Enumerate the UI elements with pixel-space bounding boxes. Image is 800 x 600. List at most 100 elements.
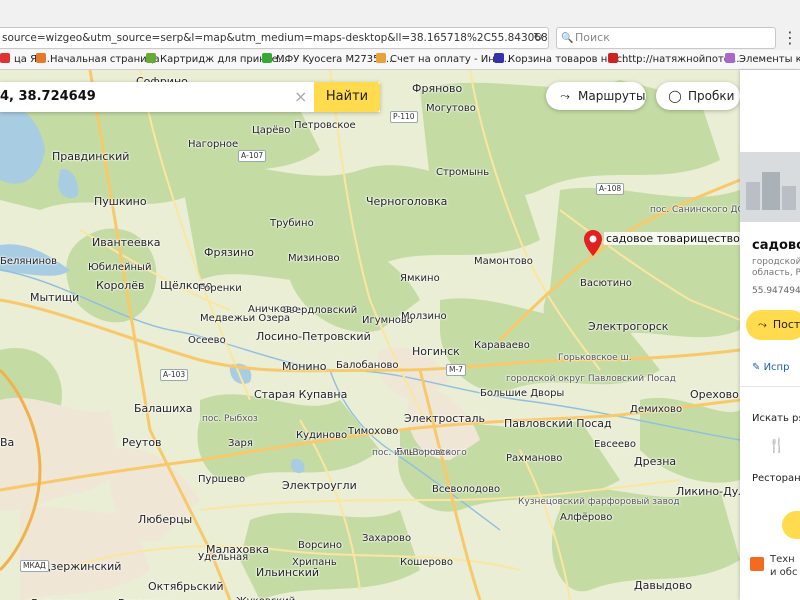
- place-label[interactable]: Реутов: [122, 436, 162, 449]
- place-label[interactable]: Белянинов: [0, 256, 57, 267]
- place-label[interactable]: Удельная: [198, 552, 248, 563]
- bookmark-label: Начальная страница: [50, 54, 160, 65]
- place-label[interactable]: Демихово: [630, 404, 682, 415]
- place-label[interactable]: Фряново: [412, 82, 462, 95]
- place-label[interactable]: пос. Рыбхоз: [202, 414, 258, 424]
- place-label[interactable]: пос. Санинского ДОКа: [650, 205, 740, 215]
- place-label[interactable]: Ямкино: [400, 273, 440, 284]
- place-label[interactable]: Фрязино: [204, 246, 254, 259]
- place-label[interactable]: Горенки: [198, 283, 242, 294]
- search-icon: 🔍: [561, 33, 574, 44]
- bookmarks-bar: ца Ян... Начальная страница Картридж для п…: [0, 50, 800, 70]
- place-label[interactable]: Электросталь: [404, 412, 485, 425]
- map-canvas[interactable]: СофриноФряновоПравдинскийПушкиноИвантеев…: [0, 70, 740, 600]
- place-label[interactable]: Правдинский: [52, 150, 129, 163]
- place-label[interactable]: Мизиново: [288, 253, 340, 264]
- place-label[interactable]: Медвежьи Озера: [200, 313, 290, 324]
- place-label[interactable]: Черноголовка: [366, 195, 447, 208]
- bookmark-item[interactable]: Элементы колл: [725, 50, 800, 69]
- place-label[interactable]: Молзино: [401, 311, 447, 322]
- place-label[interactable]: Караваево: [474, 340, 530, 351]
- place-label[interactable]: Монино: [282, 360, 326, 373]
- place-label[interactable]: Ногинск: [412, 345, 460, 358]
- place-label[interactable]: Пушкино: [94, 195, 147, 208]
- place-label[interactable]: Царёво: [252, 125, 290, 136]
- place-label[interactable]: Пуршево: [198, 474, 245, 485]
- place-label[interactable]: Нагорное: [188, 139, 238, 150]
- place-photo[interactable]: [740, 152, 800, 222]
- action-button[interactable]: [782, 511, 800, 539]
- url-text: source=wizgeo&utm_source=serp&l=map&utm_…: [2, 32, 549, 44]
- place-label[interactable]: Всеволодово: [432, 484, 500, 495]
- place-label[interactable]: Заря: [228, 438, 253, 449]
- place-label[interactable]: Павловский Посад: [504, 417, 612, 430]
- service-text[interactable]: Техн и обс: [770, 553, 797, 579]
- bookmark-item[interactable]: Начальная страница: [36, 50, 160, 69]
- restaurant-icon[interactable]: 🍴: [768, 438, 785, 454]
- place-label[interactable]: Кудиново: [296, 430, 347, 441]
- place-label[interactable]: Балобаново: [336, 360, 398, 371]
- place-label[interactable]: Кузнецовский фарфоровый завод: [518, 497, 680, 507]
- bookmark-favicon-icon: [146, 53, 156, 63]
- place-label[interactable]: Дрезна: [634, 455, 676, 468]
- place-label[interactable]: Балашиха: [134, 402, 193, 415]
- place-label[interactable]: Горьковское ш.: [558, 353, 632, 363]
- place-label[interactable]: Алфёрово: [560, 512, 612, 523]
- building-icon: [746, 172, 796, 210]
- place-label[interactable]: Давыдово: [634, 579, 692, 592]
- place-label[interactable]: Мамонтово: [474, 256, 533, 267]
- place-label[interactable]: Электроугли: [282, 479, 357, 492]
- road-shield: МКАД: [20, 560, 49, 572]
- place-label[interactable]: Трубино: [270, 218, 314, 229]
- bookmark-item[interactable]: http://натяжнойпото...: [608, 50, 739, 69]
- place-label[interactable]: Юбилейный: [88, 262, 151, 273]
- place-label[interactable]: Васютино: [580, 278, 632, 289]
- coords-search-input[interactable]: 4, 38.724649: [0, 82, 300, 112]
- browser-search-box[interactable]: 🔍 Поиск: [556, 27, 776, 49]
- place-label[interactable]: Захарово: [362, 533, 411, 544]
- bookmark-item[interactable]: Счет на оплату - Инт...: [376, 50, 510, 69]
- place-label[interactable]: Ликино-Дул: [676, 485, 740, 498]
- menu-icon[interactable]: ⋮: [782, 28, 798, 47]
- place-label[interactable]: Стромынь: [436, 167, 489, 178]
- place-label[interactable]: Королёв: [96, 279, 145, 292]
- place-label[interactable]: городской округ Павловский Посад: [506, 374, 676, 384]
- clear-icon[interactable]: ×: [294, 88, 307, 106]
- place-label[interactable]: Ва: [0, 436, 14, 449]
- place-label[interactable]: Мытищи: [30, 291, 79, 304]
- traffic-button[interactable]: ◯ Пробки: [656, 82, 740, 110]
- place-label[interactable]: Большие Дворы: [480, 388, 564, 399]
- place-label[interactable]: Люберцы: [138, 513, 192, 526]
- find-button[interactable]: Найти: [314, 82, 380, 112]
- restaurants-link[interactable]: Рестораны: [752, 473, 800, 484]
- place-label[interactable]: Осеево: [188, 335, 226, 346]
- place-label[interactable]: Хрипань: [292, 557, 337, 568]
- place-label[interactable]: Евсеево: [594, 439, 636, 450]
- address-bar[interactable]: source=wizgeo&utm_source=serp&l=map&utm_…: [0, 27, 549, 49]
- place-label[interactable]: Электрогорск: [588, 320, 668, 333]
- place-label[interactable]: Кошерово: [400, 557, 453, 568]
- place-label[interactable]: Дзержинский: [42, 560, 121, 573]
- place-label[interactable]: Жуковский: [236, 596, 295, 600]
- place-label[interactable]: Лосино-Петровский: [256, 330, 371, 343]
- place-label[interactable]: Рахманово: [506, 453, 562, 464]
- place-label[interactable]: Петровское: [294, 120, 356, 131]
- bookmark-favicon-icon: [376, 53, 386, 63]
- place-label[interactable]: Орехово: [690, 388, 739, 401]
- place-label[interactable]: Ивантеевка: [92, 236, 160, 249]
- nearby-search-label: Искать ряд: [752, 413, 800, 424]
- place-label[interactable]: пос. им. Воровского: [372, 448, 467, 458]
- reload-icon[interactable]: ↻: [530, 29, 546, 45]
- edit-link[interactable]: ✎ Испр: [752, 362, 789, 373]
- build-route-button[interactable]: ⤳ Пост: [746, 310, 800, 340]
- traffic-label: Пробки: [688, 89, 735, 103]
- place-label[interactable]: Могутово: [426, 103, 476, 114]
- place-label[interactable]: Ворсино: [298, 540, 342, 551]
- routes-button[interactable]: ⤳ Маршруты: [546, 82, 646, 110]
- place-label[interactable]: Октябрьский: [148, 580, 224, 593]
- place-label[interactable]: Старая Купавна: [254, 388, 347, 401]
- map-search-panel: 4, 38.724649 × Найти: [0, 82, 380, 112]
- place-card-panel: садовое городской область, Р 55.947494, …: [740, 70, 800, 600]
- location-pin-icon[interactable]: [584, 230, 602, 256]
- place-label[interactable]: Тимохово: [348, 426, 398, 437]
